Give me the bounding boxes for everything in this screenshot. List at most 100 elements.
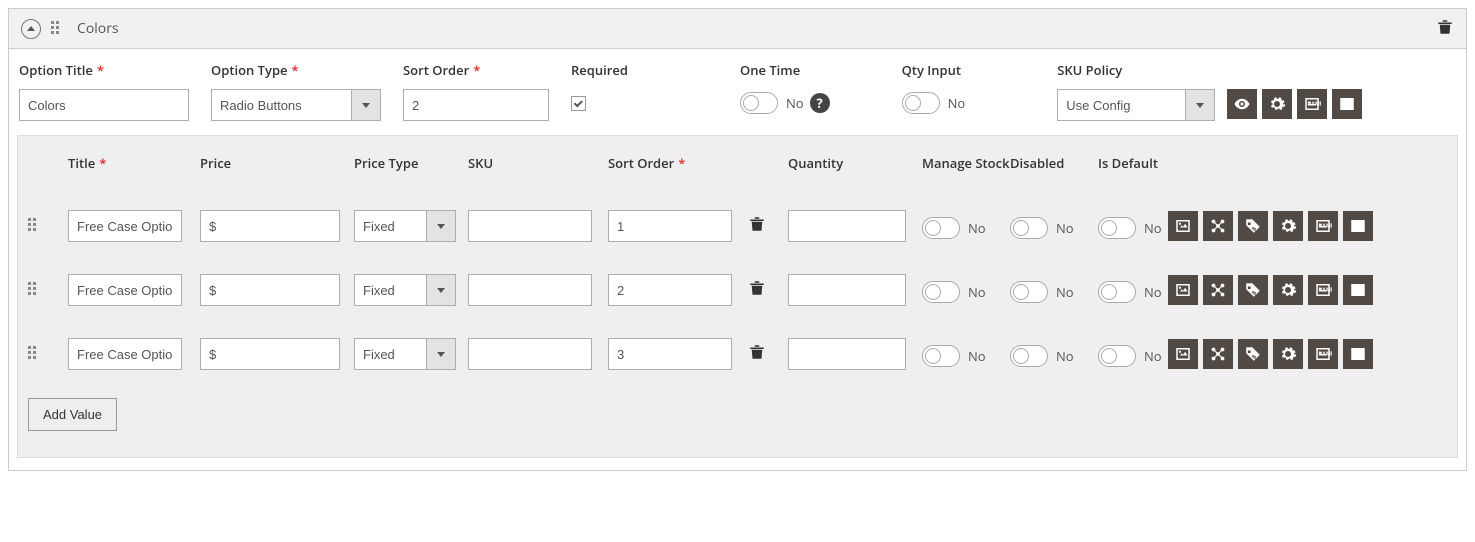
trash-icon [1436,18,1454,36]
manage-stock-toggle[interactable] [922,345,960,367]
text-icon [1338,95,1356,113]
caret-down-icon [437,224,445,229]
values-table: Title* Price Price Type SKU Sort Order* … [17,135,1458,458]
image-button[interactable] [1168,275,1198,305]
visibility-button[interactable] [1227,89,1257,119]
col-is-default: Is Default [1098,154,1168,172]
drag-handle-icon[interactable] [28,346,40,362]
is-default-toggle[interactable] [1098,345,1136,367]
qtyinput-toggle[interactable] [902,92,940,114]
collapse-button[interactable] [21,19,41,39]
panel-header: Colors [9,9,1466,49]
settings-button[interactable] [1273,339,1303,369]
col-sku: SKU [468,154,608,172]
row-price-type-select[interactable] [354,274,468,306]
row-sku-input[interactable] [468,274,592,306]
sort-order-label: Sort Order* [403,61,549,79]
row-sort-input[interactable] [608,338,732,370]
row-sku-input[interactable] [468,210,592,242]
disabled-toggle[interactable] [1010,345,1048,367]
skupolicy-select[interactable] [1057,89,1215,121]
name-button[interactable] [1297,89,1327,119]
disabled-value: No [1056,283,1074,301]
option-panel: Colors Option Title* Option Type* Sort O… [8,8,1467,471]
add-value-button[interactable]: Add Value [28,398,117,431]
delete-row-button[interactable] [748,215,788,237]
image-icon [1174,281,1192,299]
option-type-label: Option Type* [211,61,381,79]
manage-stock-toggle[interactable] [922,217,960,239]
option-title-label: Option Title* [19,61,189,79]
drag-handle-icon[interactable] [51,21,63,37]
manage-stock-value: No [968,347,986,365]
description-button[interactable] [1343,339,1373,369]
description-button[interactable] [1332,89,1362,119]
qtyinput-value: No [948,94,966,112]
row-price-input[interactable] [200,274,340,306]
caret-down-icon [1196,103,1204,108]
manage-stock-toggle[interactable] [922,281,960,303]
disabled-toggle[interactable] [1010,281,1048,303]
row-quantity-input[interactable] [788,338,906,370]
image-icon [1174,345,1192,363]
is-default-toggle[interactable] [1098,217,1136,239]
price-button[interactable] [1238,339,1268,369]
row-sort-input[interactable] [608,210,732,242]
name-button[interactable] [1308,211,1338,241]
option-title-input[interactable] [19,89,189,121]
image-button[interactable] [1168,211,1198,241]
text-icon [1349,281,1367,299]
settings-button[interactable] [1273,211,1303,241]
row-sku-input[interactable] [468,338,592,370]
col-price: Price [200,154,354,172]
dependency-button[interactable] [1203,275,1233,305]
price-button[interactable] [1238,275,1268,305]
price-button[interactable] [1238,211,1268,241]
onetime-label: One Time [740,61,830,79]
text-icon [1349,217,1367,235]
trash-icon [748,343,766,361]
help-icon[interactable]: ? [810,93,830,113]
sort-order-input[interactable] [403,89,549,121]
option-type-select[interactable] [211,89,381,121]
delete-option-button[interactable] [1436,18,1454,40]
onetime-toggle[interactable] [740,92,778,114]
dependency-button[interactable] [1203,339,1233,369]
delete-row-button[interactable] [748,343,788,365]
is-default-toggle[interactable] [1098,281,1136,303]
name-button[interactable] [1308,275,1338,305]
disabled-toggle[interactable] [1010,217,1048,239]
col-disabled: Disabled [1010,154,1098,172]
required-checkbox[interactable] [571,96,586,111]
delete-row-button[interactable] [748,279,788,301]
image-button[interactable] [1168,339,1198,369]
settings-button[interactable] [1262,89,1292,119]
dependency-button[interactable] [1203,211,1233,241]
row-price-input[interactable] [200,338,340,370]
trash-icon [748,215,766,233]
row-sort-input[interactable] [608,274,732,306]
row-price-type-select[interactable] [354,210,468,242]
row-quantity-input[interactable] [788,274,906,306]
is-default-value: No [1144,283,1162,301]
chevron-up-icon [27,26,35,31]
disabled-value: No [1056,347,1074,365]
drag-handle-icon[interactable] [28,282,40,298]
row-title-input[interactable] [68,274,182,306]
name-button[interactable] [1308,339,1338,369]
row-price-input[interactable] [200,210,340,242]
tag-icon [1244,217,1262,235]
name-icon [1314,217,1332,235]
qtyinput-label: Qty Input [902,61,966,79]
settings-button[interactable] [1273,275,1303,305]
row-title-input[interactable] [68,210,182,242]
drag-handle-icon[interactable] [28,218,40,234]
row-price-type-select[interactable] [354,338,468,370]
row-title-input[interactable] [68,338,182,370]
row-quantity-input[interactable] [788,210,906,242]
tag-icon [1244,281,1262,299]
gear-icon [1279,281,1297,299]
description-button[interactable] [1343,211,1373,241]
table-row: No No No [18,194,1457,258]
description-button[interactable] [1343,275,1373,305]
